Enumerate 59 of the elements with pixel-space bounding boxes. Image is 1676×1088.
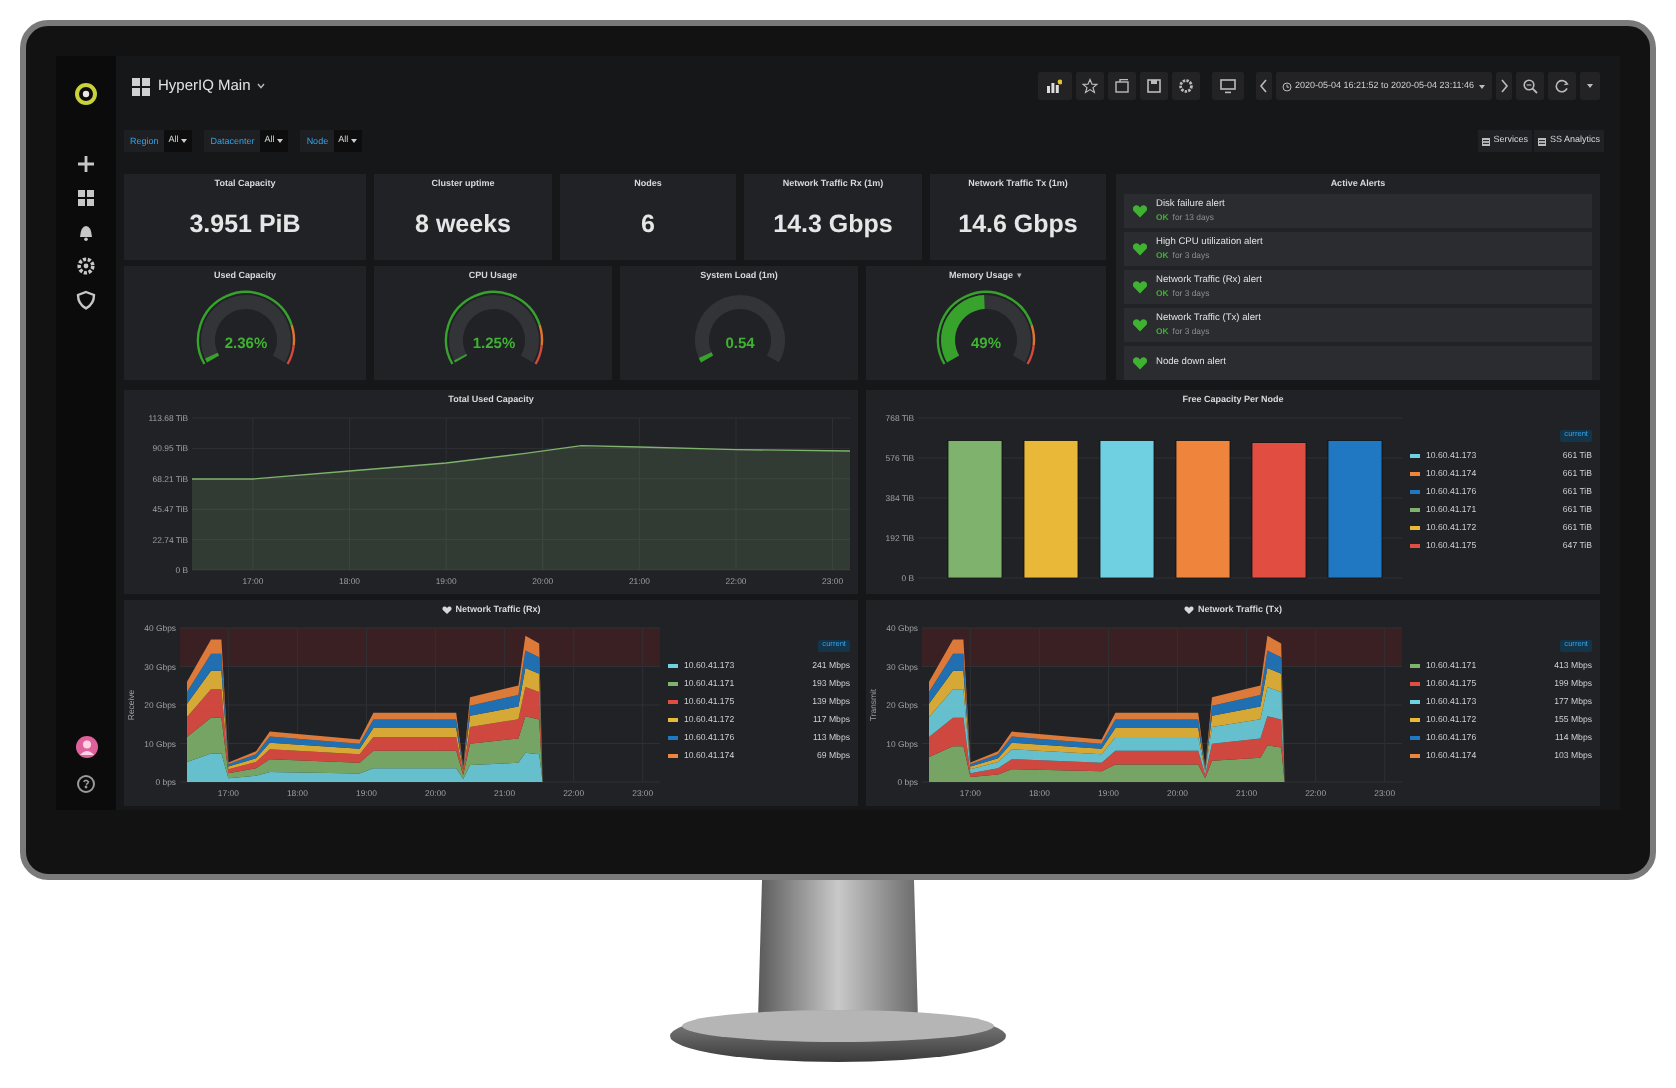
caret-icon <box>1478 83 1486 89</box>
caret-icon <box>180 138 189 144</box>
tv-mode-button[interactable] <box>1211 72 1243 100</box>
tv-mode-icon <box>1219 78 1235 94</box>
refresh-button[interactable] <box>1548 72 1576 100</box>
dashboards-icon <box>132 77 150 95</box>
caret-icon <box>350 138 359 144</box>
settings-button[interactable] <box>1171 72 1199 100</box>
back-button[interactable] <box>1255 72 1271 100</box>
heart-icon <box>1183 606 1194 614</box>
dashboards-icon[interactable] <box>76 188 96 208</box>
bar <box>1251 442 1307 579</box>
caret-icon[interactable] <box>256 82 267 90</box>
share-button[interactable] <box>1107 72 1135 100</box>
bell-icon[interactable] <box>76 222 96 242</box>
list-icon <box>1537 137 1546 145</box>
add-icon[interactable] <box>76 154 96 174</box>
bar <box>1175 440 1231 579</box>
heart-icon <box>1132 280 1148 294</box>
gauge-fill <box>453 353 467 363</box>
back-icon <box>1255 78 1271 94</box>
bar <box>1023 440 1079 579</box>
refresh-icon <box>1554 78 1570 94</box>
star-icon <box>1081 78 1097 94</box>
heart-icon <box>1132 204 1148 218</box>
shield-icon[interactable] <box>76 290 96 310</box>
add-panel-button[interactable] <box>1037 72 1071 100</box>
clock-icon <box>1281 81 1291 91</box>
add-panel-icon <box>1046 78 1062 94</box>
stat-value: 14.3 Gbps <box>773 207 893 242</box>
heart-icon <box>1132 318 1148 332</box>
refresh-interval-button[interactable] <box>1580 72 1600 100</box>
zoom-out-icon <box>1522 78 1538 94</box>
share-icon <box>1113 78 1129 94</box>
bar <box>947 440 1003 579</box>
forward-icon <box>1496 78 1512 94</box>
bar <box>1327 440 1383 579</box>
avatar-icon[interactable] <box>75 736 97 758</box>
heart-icon <box>441 606 452 614</box>
settings-icon[interactable] <box>76 256 96 276</box>
heart-icon <box>1132 356 1148 370</box>
list-icon <box>1481 137 1490 145</box>
bar <box>1099 440 1155 579</box>
zoom-out-button[interactable] <box>1516 72 1544 100</box>
save-button[interactable] <box>1139 72 1167 100</box>
forward-button[interactable] <box>1496 72 1512 100</box>
settings-icon <box>1177 78 1193 94</box>
heart-icon <box>1132 242 1148 256</box>
logo-icon[interactable] <box>74 82 98 106</box>
save-icon <box>1145 78 1161 94</box>
star-button[interactable] <box>1075 72 1103 100</box>
stat-value: 8 weeks <box>415 207 511 242</box>
caret-icon <box>276 138 285 144</box>
stat-value: 6 <box>641 207 655 242</box>
help-icon[interactable] <box>76 774 96 794</box>
gauge-fill <box>697 352 713 363</box>
stat-value: 14.6 Gbps <box>958 207 1078 242</box>
gauge-fill <box>204 352 219 363</box>
stat-value: 3.951 PiB <box>189 207 301 242</box>
